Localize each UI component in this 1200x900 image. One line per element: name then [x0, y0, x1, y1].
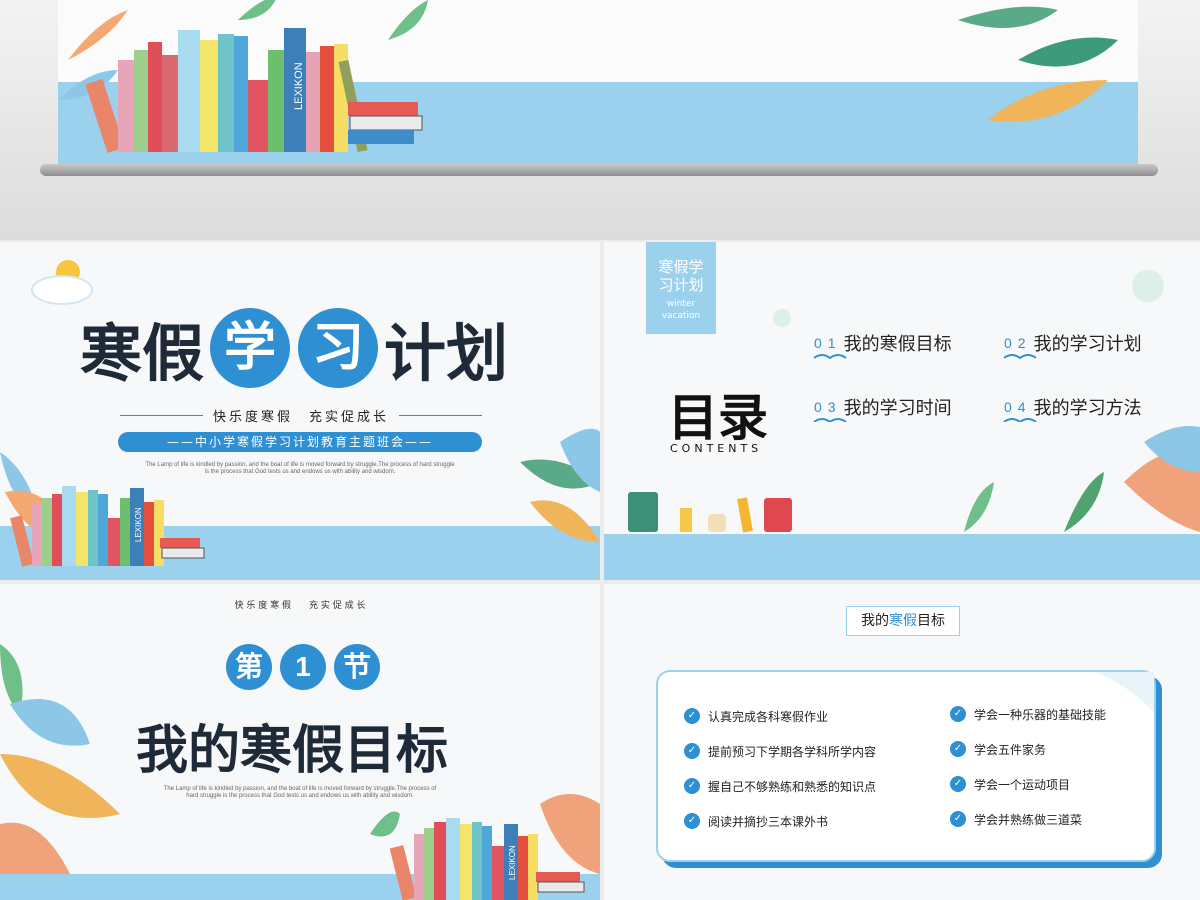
check-icon: ✓: [950, 776, 966, 792]
contents-tag-line-1: 寒假学: [658, 258, 704, 276]
check-icon: ✓: [684, 708, 700, 724]
presentation-preview: LEXIKON LEXIKON 寒假 学 习 计划 快乐度寒假 充实促成长 ——…: [0, 0, 1200, 900]
goals-header-c: 目标: [917, 613, 945, 629]
goal-text: 学会并熟练做三道菜: [974, 812, 1083, 827]
goal-item: ✓ 学会一个运动项目: [950, 774, 1150, 794]
slide-goals[interactable]: 我的寒假目标 ✓ 认真完成各科寒假作业 ✓ 提前预习下学期各学科所学内容 ✓ 握自己不…: [604, 584, 1200, 900]
section-book-spine: LEXIKON: [508, 845, 517, 880]
slogan-line-right: [399, 414, 483, 416]
section-slogan: 快 乐 度 寒 假 充 实 促 成 长: [234, 601, 366, 611]
goals-header: 我的寒假目标: [846, 606, 960, 636]
top-slide-preview: LEXIKON: [0, 0, 1200, 240]
goal-text: 学会五件家务: [974, 742, 1047, 757]
section-english-line-2: hard struggle is the process that God te…: [186, 793, 414, 799]
contents-book-icons: [813, 354, 847, 422]
check-icon: ✓: [950, 741, 966, 757]
goal-item: ✓ 阅读并摘抄三本课外书: [684, 811, 934, 831]
top-book-spine: LEXIKON: [293, 62, 305, 110]
section-english-line-1: The Lamp of life is kindled by passion, …: [163, 786, 437, 792]
contents-heading: 目录: [668, 390, 768, 446]
slogan-line-left: [120, 414, 203, 416]
section-english-text: The Lamp of life is kindled by passion, …: [140, 786, 460, 800]
cover-title-circle-xue: 学: [210, 308, 291, 388]
slide-cover[interactable]: LEXIKON 寒假 学 习 计划 快乐度寒假 充实促成长 ——中小学寒假学习计…: [0, 242, 600, 580]
slide-contents[interactable]: 寒假学 习计划 winter vacation 目录 CONTENTS 01 我…: [604, 242, 1200, 580]
cover-english-line-2: is the process that God tests us and end…: [204, 469, 396, 475]
contents-tag-line-2: 习计划: [658, 276, 704, 294]
section-number: 第 1 节: [226, 644, 380, 690]
contents-item-1-num: 01: [814, 335, 842, 351]
goal-text: 学会一个运动项目: [974, 777, 1071, 792]
slide-section-1[interactable]: LEXIKON 快 乐 度 寒 假 充 实 促 成 长 第 1 节 我的寒假目标…: [0, 584, 600, 900]
goal-text: 握自己不够熟练和熟悉的知识点: [708, 779, 877, 794]
goal-item: ✓ 认真完成各科寒假作业: [684, 706, 934, 726]
cover-book-spine: LEXIKON: [134, 507, 143, 542]
section-circle-jie: 节: [334, 644, 380, 690]
slide-shelf-rail: [40, 164, 1158, 176]
contents-item-2-num: 02: [1004, 335, 1032, 351]
goals-header-a: 我的: [861, 613, 889, 629]
cover-title-circle-xi: 习: [298, 308, 379, 388]
contents-heading-en: CONTENTS: [670, 442, 763, 455]
check-icon: ✓: [684, 743, 700, 759]
contents-item-2-text: 我的学习计划: [1033, 334, 1142, 354]
goals-header-b: 寒假: [889, 613, 917, 629]
check-icon: ✓: [684, 778, 700, 794]
check-icon: ✓: [950, 706, 966, 722]
goals-right-column: ✓ 学会一种乐器的基础技能 ✓ 学会五件家务 ✓ 学会一个运动项目 ✓ 学会并熟练做三道…: [950, 704, 1150, 829]
section-circle-num: 1: [280, 644, 326, 690]
cover-title: 寒假 学 习 计划: [80, 308, 508, 389]
contents-book-icons-right: [1003, 354, 1037, 422]
goal-item: ✓ 学会并熟练做三道菜: [950, 809, 1150, 829]
contents-tag-en-1: winter: [666, 299, 696, 309]
top-slide-canvas: LEXIKON: [58, 0, 1138, 164]
goal-item: ✓ 学会一种乐器的基础技能: [950, 704, 1150, 724]
cover-slogan-row: 快乐度寒假 充实促成长: [120, 406, 483, 425]
goal-text: 认真完成各科寒假作业: [708, 709, 829, 724]
goal-item: ✓ 提前预习下学期各学科所学内容: [684, 741, 934, 761]
check-icon: ✓: [684, 813, 700, 829]
goal-item: ✓ 学会五件家务: [950, 739, 1150, 759]
contents-tag: 寒假学 习计划 winter vacation: [646, 242, 716, 334]
goal-item: ✓ 握自己不够熟练和熟悉的知识点: [684, 776, 934, 796]
goals-left-column: ✓ 认真完成各科寒假作业 ✓ 提前预习下学期各学科所学内容 ✓ 握自己不够熟练和熟悉的…: [684, 706, 934, 831]
section-title: 我的寒假目标: [136, 722, 449, 780]
contents-item-4-text: 我的学习方法: [1033, 398, 1142, 418]
goal-text: 阅读并摘抄三本课外书: [708, 814, 829, 829]
cover-title-part-a: 寒假: [80, 320, 205, 389]
cover-title-part-d: 计划: [384, 320, 509, 389]
goal-text: 学会一种乐器的基础技能: [974, 707, 1107, 722]
check-icon: ✓: [950, 811, 966, 827]
cover-english-line-1: The Lamp of life is kindled by passion, …: [145, 462, 455, 468]
top-decorations: LEXIKON: [58, 0, 1118, 154]
cover-banner: ——中小学寒假学习计划教育主题班会——: [118, 432, 482, 452]
cover-slogan: 快乐度寒假 充实促成长: [213, 409, 390, 425]
contents-tag-en-2: vacation: [661, 311, 701, 321]
cover-english-text: The Lamp of life is kindled by passion, …: [120, 462, 480, 476]
section-circle-di: 第: [226, 644, 272, 690]
goal-text: 提前预习下学期各学科所学内容: [708, 744, 877, 759]
